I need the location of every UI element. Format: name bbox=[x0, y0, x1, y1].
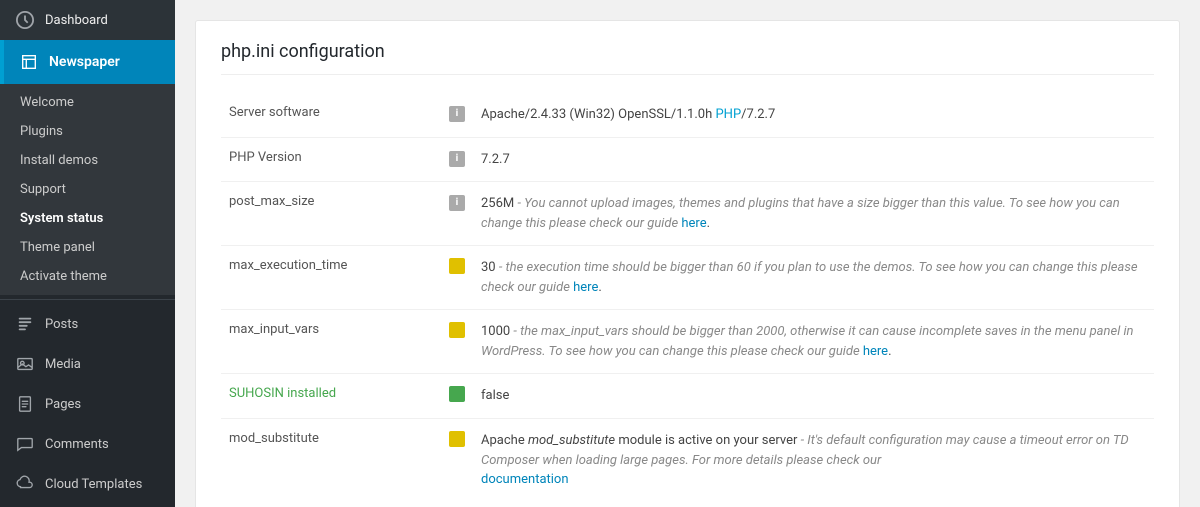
warning-icon bbox=[449, 322, 465, 338]
sidebar-divider-1 bbox=[0, 299, 175, 300]
config-table: Server software i Apache/2.4.33 (Win32) … bbox=[221, 93, 1154, 502]
value-mid: mod_substitute bbox=[528, 433, 615, 448]
value-text: false bbox=[481, 388, 509, 403]
row-label: post_max_size bbox=[221, 182, 441, 246]
row-value: false bbox=[473, 374, 1154, 419]
info-icon: i bbox=[449, 106, 465, 122]
table-row: post_max_size i 256M - You cannot upload… bbox=[221, 182, 1154, 246]
row-status-icon: i bbox=[441, 93, 473, 137]
table-row: PHP Version i 7.2.7 bbox=[221, 137, 1154, 182]
cloud-templates-label: Cloud Templates bbox=[45, 477, 142, 492]
warning-text: - You cannot upload images, themes and p… bbox=[481, 196, 1120, 231]
pages-icon bbox=[15, 394, 35, 414]
table-row: mod_substitute Apache mod_substitute mod… bbox=[221, 419, 1154, 502]
config-card: php.ini configuration Server software i … bbox=[195, 20, 1180, 507]
value-suffix: module is active on your server bbox=[615, 433, 797, 448]
row-label: max_input_vars bbox=[221, 310, 441, 374]
row-value: Apache/2.4.33 (Win32) OpenSSL/1.1.0h PHP… bbox=[473, 93, 1154, 137]
dashboard-label: Dashboard bbox=[45, 13, 108, 28]
warning-icon bbox=[449, 431, 465, 447]
row-label: PHP Version bbox=[221, 137, 441, 182]
row-status-icon: i bbox=[441, 182, 473, 246]
row-value: 1000 - the max_input_vars should be bigg… bbox=[473, 310, 1154, 374]
table-row: max_input_vars 1000 - the max_input_vars… bbox=[221, 310, 1154, 374]
value-main: 30 bbox=[481, 260, 496, 275]
row-status-icon bbox=[441, 310, 473, 374]
newspaper-submenu: Welcome Plugins Install demos Support Sy… bbox=[0, 84, 175, 295]
sidebar-item-newspaper[interactable]: Newspaper bbox=[0, 40, 175, 84]
sidebar-item-comments[interactable]: Comments bbox=[0, 424, 175, 464]
php-highlight: PHP bbox=[715, 107, 741, 122]
sidebar-item-posts[interactable]: Posts bbox=[0, 304, 175, 344]
row-status-icon: i bbox=[441, 137, 473, 182]
table-row: SUHOSIN installed false bbox=[221, 374, 1154, 419]
table-row: max_execution_time 30 - the execution ti… bbox=[221, 246, 1154, 310]
newspaper-icon bbox=[19, 52, 39, 72]
pages-label: Pages bbox=[45, 397, 81, 412]
value-text: 7.2.7 bbox=[481, 152, 510, 167]
submenu-support[interactable]: Support bbox=[0, 175, 175, 204]
comments-icon bbox=[15, 434, 35, 454]
submenu-plugins[interactable]: Plugins bbox=[0, 117, 175, 146]
card-title: php.ini configuration bbox=[221, 41, 1154, 75]
submenu-activate-theme[interactable]: Activate theme bbox=[0, 262, 175, 291]
media-label: Media bbox=[45, 357, 81, 372]
table-row: Server software i Apache/2.4.33 (Win32) … bbox=[221, 93, 1154, 137]
guide-link[interactable]: here bbox=[573, 280, 598, 295]
submenu-install-demos[interactable]: Install demos bbox=[0, 146, 175, 175]
row-value: 7.2.7 bbox=[473, 137, 1154, 182]
php-label: PHP bbox=[229, 150, 255, 165]
cloud-templates-icon bbox=[15, 474, 35, 494]
row-label: mod_substitute bbox=[221, 419, 441, 502]
submenu-system-status[interactable]: System status bbox=[0, 204, 175, 233]
row-label: max_execution_time bbox=[221, 246, 441, 310]
row-value: Apache mod_substitute module is active o… bbox=[473, 419, 1154, 502]
value-text: Apache/2.4.33 (Win32) OpenSSL/1.1.0h bbox=[481, 107, 715, 122]
row-status-icon bbox=[441, 246, 473, 310]
submenu-theme-panel[interactable]: Theme panel bbox=[0, 233, 175, 262]
value-main: 1000 bbox=[481, 324, 510, 339]
comments-label: Comments bbox=[45, 437, 109, 452]
main-content: php.ini configuration Server software i … bbox=[175, 0, 1200, 507]
value-prefix: Apache bbox=[481, 433, 528, 448]
value-suffix: /7.2.7 bbox=[741, 107, 775, 122]
sidebar-item-media[interactable]: Media bbox=[0, 344, 175, 384]
warning-text: - the max_input_vars should be bigger th… bbox=[481, 324, 1133, 359]
documentation-link[interactable]: documentation bbox=[481, 472, 569, 487]
submenu-welcome[interactable]: Welcome bbox=[0, 88, 175, 117]
guide-link[interactable]: here bbox=[681, 216, 706, 231]
info-icon: i bbox=[449, 195, 465, 211]
info-icon: i bbox=[449, 151, 465, 167]
success-icon bbox=[449, 386, 465, 402]
row-value: 256M - You cannot upload images, themes … bbox=[473, 182, 1154, 246]
row-status-icon bbox=[441, 419, 473, 502]
posts-icon bbox=[15, 314, 35, 334]
row-status-icon bbox=[441, 374, 473, 419]
sidebar-item-cloud-templates[interactable]: Cloud Templates bbox=[0, 464, 175, 504]
row-label: SUHOSIN installed bbox=[221, 374, 441, 419]
newspaper-label: Newspaper bbox=[49, 54, 120, 70]
row-value: 30 - the execution time should be bigger… bbox=[473, 246, 1154, 310]
warning-icon bbox=[449, 258, 465, 274]
value-main: 256M bbox=[481, 196, 514, 211]
posts-label: Posts bbox=[45, 317, 78, 332]
sidebar-item-dashboard[interactable]: Dashboard bbox=[0, 0, 175, 40]
guide-link[interactable]: here bbox=[863, 344, 888, 359]
media-icon bbox=[15, 354, 35, 374]
sidebar: Dashboard Newspaper Welcome Plugins Inst… bbox=[0, 0, 175, 507]
sidebar-item-pages[interactable]: Pages bbox=[0, 384, 175, 424]
row-label: Server software bbox=[221, 93, 441, 137]
dashboard-icon bbox=[15, 10, 35, 30]
